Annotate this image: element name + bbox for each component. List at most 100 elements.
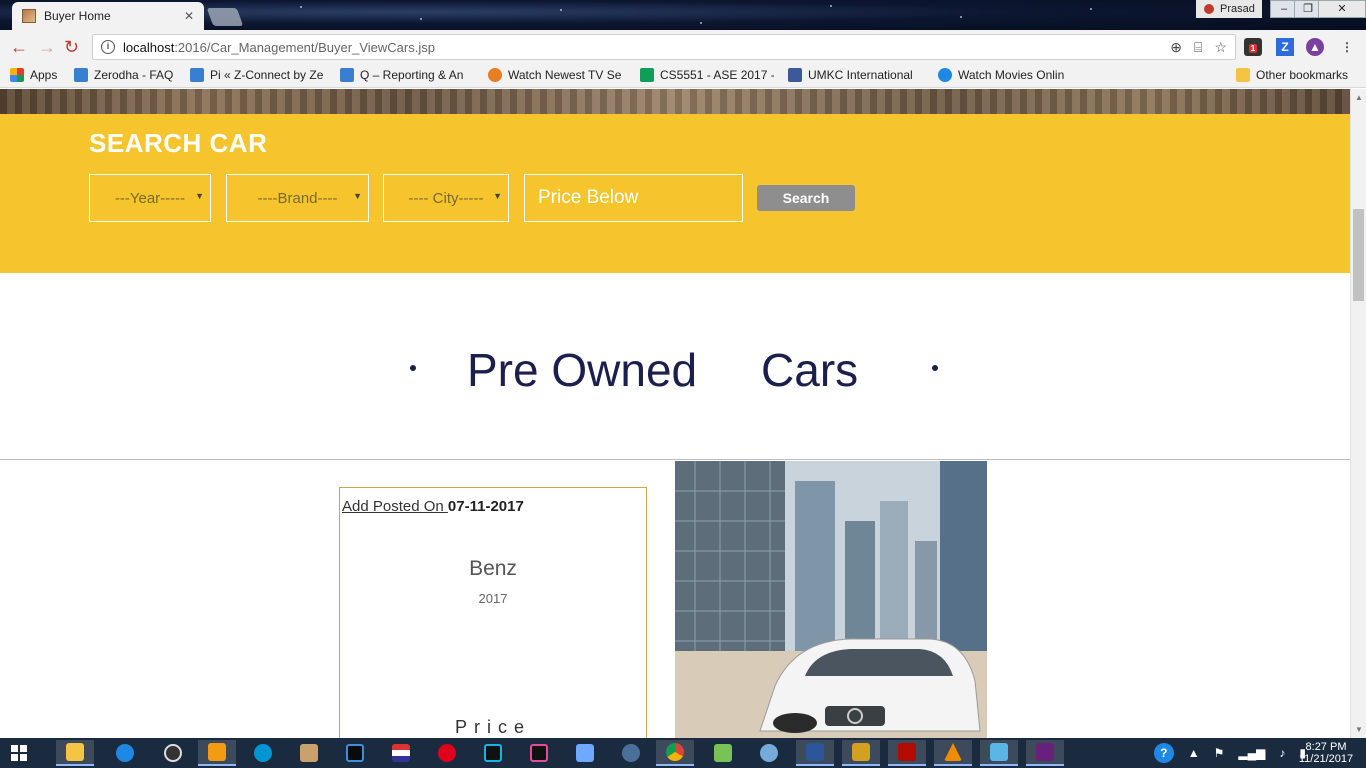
car-brand: Benz bbox=[469, 557, 517, 580]
bookmark-label: Watch Movies Onlin bbox=[958, 68, 1065, 82]
bookmark-label: Other bookmarks bbox=[1256, 68, 1349, 82]
forward-arrow-icon[interactable]: → bbox=[38, 38, 56, 56]
extension-badge: 1 bbox=[1248, 44, 1258, 53]
tools-app-icon[interactable] bbox=[842, 740, 880, 766]
bookmark-other[interactable]: Other bookmarks bbox=[1236, 68, 1362, 82]
close-tab-icon[interactable]: ✕ bbox=[184, 9, 194, 23]
scrollbar-thumb[interactable] bbox=[1353, 209, 1364, 301]
media-app-icon[interactable] bbox=[154, 740, 192, 766]
car-photo-illustration bbox=[675, 461, 987, 738]
bookmark-cs5551[interactable]: CS5551 - ASE 2017 - bbox=[640, 68, 774, 82]
tray-expand-icon[interactable]: ▲ bbox=[1188, 746, 1200, 760]
screen-app-icon[interactable] bbox=[980, 740, 1018, 766]
virtualbox-icon[interactable] bbox=[566, 740, 604, 766]
taskbar-clock[interactable]: 8:27 PM 11/21/2017 bbox=[1298, 741, 1354, 765]
bookmark-label: CS5551 - ASE 2017 - bbox=[660, 68, 774, 82]
hp-icon[interactable] bbox=[244, 740, 282, 766]
flag-icon[interactable]: ⚑ bbox=[1214, 746, 1225, 760]
posted-on-link[interactable]: Add Posted On bbox=[342, 498, 448, 515]
tv-site-icon bbox=[488, 68, 502, 82]
tab-favicon-icon bbox=[22, 9, 36, 23]
document-icon bbox=[340, 68, 354, 82]
star-decoration bbox=[560, 9, 562, 11]
star-decoration bbox=[960, 16, 962, 18]
clock-date: 11/21/2017 bbox=[1298, 753, 1354, 765]
document-icon bbox=[74, 68, 88, 82]
bookmark-umkc[interactable]: UMKC International bbox=[788, 68, 920, 82]
flag-app-icon[interactable] bbox=[382, 740, 420, 766]
search-button[interactable]: Search bbox=[757, 185, 855, 211]
heading-bullet bbox=[410, 365, 416, 371]
city-select[interactable]: ---- City----- ▼ bbox=[383, 174, 509, 222]
address-bar[interactable]: i localhost:2016/Car_Management/Buyer_Vi… bbox=[92, 34, 1236, 60]
bookmark-star-icon[interactable]: ☆ bbox=[1214, 39, 1227, 56]
app-icon[interactable] bbox=[612, 740, 650, 766]
scroll-up-icon[interactable]: ▲ bbox=[1355, 93, 1363, 102]
translate-icon[interactable]: ⌸ bbox=[1194, 39, 1202, 56]
bookmark-zerodha[interactable]: Zerodha - FAQ bbox=[74, 68, 180, 82]
extension-icon[interactable]: 1 bbox=[1244, 38, 1262, 56]
star-decoration bbox=[1090, 8, 1092, 10]
bookmark-apps[interactable]: Apps bbox=[10, 68, 70, 82]
browser-tab[interactable]: Buyer Home ✕ bbox=[12, 2, 204, 30]
system-tray: ? ▲ ⚑ ▂▄▆ ♪ ▮ bbox=[1153, 738, 1306, 768]
new-tab-button[interactable] bbox=[206, 8, 244, 26]
zoom-icon[interactable]: ⊕ bbox=[1170, 39, 1182, 56]
adobe-reader-icon[interactable] bbox=[888, 740, 926, 766]
intellij-icon[interactable] bbox=[336, 740, 374, 766]
price-below-input[interactable]: Price Below bbox=[524, 174, 743, 222]
windows-start-icon[interactable] bbox=[0, 740, 38, 766]
car-photo[interactable] bbox=[675, 461, 987, 738]
brand-select[interactable]: ----Brand---- ▼ bbox=[226, 174, 369, 222]
url-host: localhost bbox=[123, 39, 175, 55]
city-select-value: ---- City----- bbox=[408, 189, 484, 207]
scroll-down-icon[interactable]: ▼ bbox=[1355, 725, 1363, 734]
bookmark-reporting[interactable]: Q – Reporting & An bbox=[340, 68, 474, 82]
intellij-idea-icon[interactable] bbox=[520, 740, 558, 766]
bookmark-label: Q – Reporting & An bbox=[360, 68, 464, 82]
wifi-signal-icon[interactable]: ▂▄▆ bbox=[1238, 746, 1265, 760]
page-scrollbar[interactable]: ▲ ▼ bbox=[1350, 89, 1366, 738]
profile-button[interactable]: Prasad bbox=[1196, 0, 1262, 18]
word-icon[interactable] bbox=[796, 740, 834, 766]
car-listing-card: Add Posted On 07-11-2017 Benz 2017 Price bbox=[339, 487, 647, 738]
sheets-icon bbox=[640, 68, 654, 82]
chrome-menu-icon[interactable]: ⋮ bbox=[1338, 38, 1356, 56]
clock-time: 8:27 PM bbox=[1305, 741, 1347, 753]
media-player-icon[interactable] bbox=[198, 740, 236, 766]
bookmark-label: Apps bbox=[30, 68, 58, 82]
url-path: :2016/Car_Management/Buyer_ViewCars.jsp bbox=[174, 39, 435, 55]
reload-icon[interactable]: ↻ bbox=[64, 38, 79, 56]
posted-date-line: Add Posted On 07-11-2017 bbox=[342, 498, 524, 515]
android-studio-icon[interactable] bbox=[704, 740, 742, 766]
file-explorer-icon[interactable] bbox=[56, 740, 94, 766]
chrome-icon[interactable] bbox=[656, 740, 694, 766]
notes-app-icon[interactable] bbox=[290, 740, 328, 766]
visual-studio-icon[interactable] bbox=[1026, 740, 1064, 766]
vlc-icon[interactable] bbox=[934, 740, 972, 766]
bookmark-watch-movies[interactable]: Watch Movies Onlin bbox=[938, 68, 1074, 82]
bookmark-zconnect[interactable]: Pi « Z-Connect by Ze bbox=[190, 68, 324, 82]
search-title: SEARCH CAR bbox=[89, 128, 268, 158]
extension-icon[interactable]: ▲ bbox=[1306, 38, 1324, 56]
site-info-icon[interactable]: i bbox=[101, 40, 115, 54]
back-arrow-icon[interactable]: ← bbox=[10, 38, 28, 56]
close-window-button[interactable]: ✕ bbox=[1318, 0, 1366, 18]
opera-icon[interactable] bbox=[428, 740, 466, 766]
windows-logo-icon bbox=[11, 745, 27, 761]
year-select[interactable]: ---Year----- ▼ bbox=[89, 174, 211, 222]
profile-name: Prasad bbox=[1220, 3, 1255, 15]
internet-explorer-icon[interactable] bbox=[106, 740, 144, 766]
bookmark-label: Watch Newest TV Se bbox=[508, 68, 622, 82]
car-year: 2017 bbox=[478, 591, 508, 606]
webstorm-icon[interactable] bbox=[474, 740, 512, 766]
browser-toolbar: ← → ↻ i localhost:2016/Car_Management/Bu… bbox=[0, 30, 1366, 64]
help-icon[interactable]: ? bbox=[1153, 743, 1174, 763]
r-studio-icon[interactable] bbox=[750, 740, 788, 766]
star-decoration bbox=[700, 22, 702, 24]
bookmark-watch-tv[interactable]: Watch Newest TV Se bbox=[488, 68, 624, 82]
zotero-extension-icon[interactable]: Z bbox=[1276, 38, 1294, 56]
bookmark-label: Zerodha - FAQ bbox=[94, 68, 174, 82]
star-decoration bbox=[420, 18, 422, 20]
volume-icon[interactable]: ♪ bbox=[1279, 746, 1285, 760]
